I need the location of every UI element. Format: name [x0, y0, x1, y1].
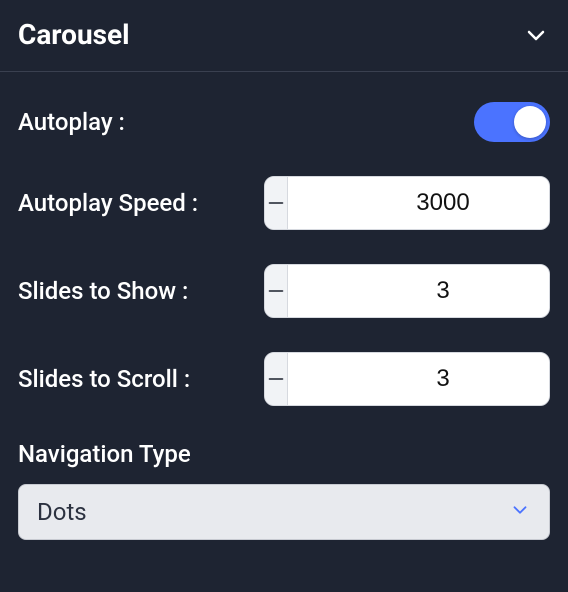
- slides-to-show-stepper: [264, 264, 550, 318]
- slides-to-show-decrement[interactable]: [265, 265, 287, 317]
- autoplay-toggle[interactable]: [474, 102, 550, 142]
- minus-icon: [265, 280, 287, 302]
- toggle-knob: [514, 106, 546, 138]
- slides-to-scroll-label: Slides to Scroll :: [18, 365, 190, 393]
- autoplay-speed-stepper: [264, 176, 550, 230]
- slides-to-scroll-input[interactable]: [287, 353, 550, 405]
- slides-to-scroll-row: Slides to Scroll :: [18, 352, 550, 406]
- autoplay-speed-decrement[interactable]: [265, 177, 287, 229]
- slides-to-show-label: Slides to Show :: [18, 277, 188, 305]
- collapse-toggle[interactable]: [522, 21, 550, 49]
- slides-to-scroll-decrement[interactable]: [265, 353, 287, 405]
- navigation-type-value: Dots: [37, 498, 87, 526]
- autoplay-speed-row: Autoplay Speed :: [18, 176, 550, 230]
- slides-to-show-row: Slides to Show :: [18, 264, 550, 318]
- minus-icon: [265, 368, 287, 390]
- panel-title: Carousel: [18, 18, 130, 51]
- autoplay-row: Autoplay :: [18, 102, 550, 142]
- autoplay-speed-input[interactable]: [287, 177, 550, 229]
- navigation-type-label: Navigation Type: [18, 440, 550, 468]
- minus-icon: [265, 192, 287, 214]
- panel-header: Carousel: [0, 0, 568, 72]
- navigation-type-block: Navigation Type Dots: [18, 440, 550, 540]
- autoplay-speed-label: Autoplay Speed :: [18, 189, 198, 217]
- autoplay-label: Autoplay :: [18, 108, 125, 136]
- panel-body: Autoplay : Autoplay Speed : Slides to Sh…: [0, 72, 568, 558]
- navigation-type-select[interactable]: Dots: [18, 484, 550, 540]
- chevron-down-icon: [509, 499, 531, 525]
- carousel-panel: Carousel Autoplay : Autoplay Speed :: [0, 0, 568, 592]
- chevron-down-icon: [524, 23, 548, 47]
- slides-to-show-input[interactable]: [287, 265, 550, 317]
- slides-to-scroll-stepper: [264, 352, 550, 406]
